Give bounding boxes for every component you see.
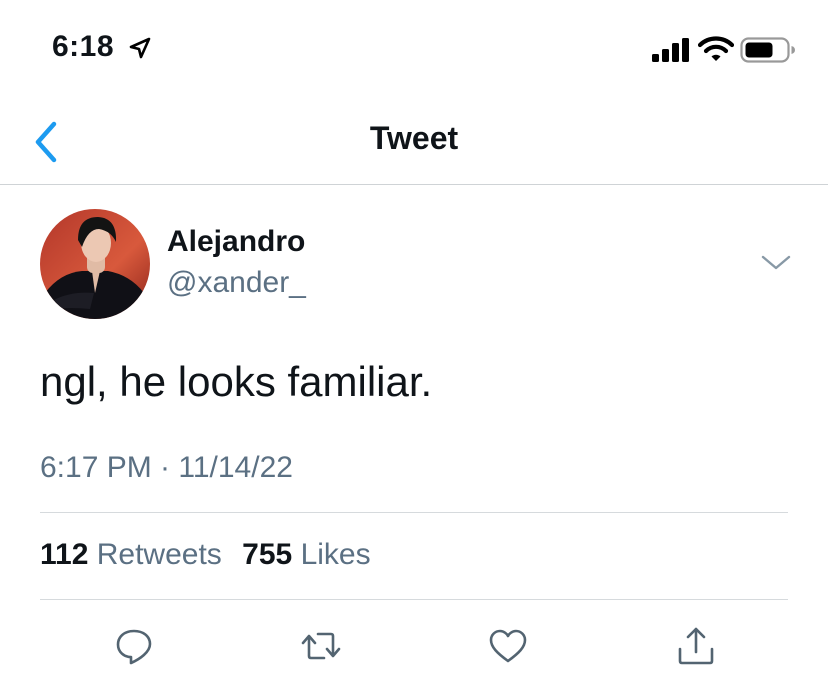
tweet-text: ngl, he looks familiar.: [40, 358, 433, 405]
wifi-icon: [698, 36, 734, 61]
retweet-button[interactable]: [300, 625, 342, 667]
chevron-down-icon[interactable]: [760, 251, 792, 273]
location-arrow-icon: [129, 37, 151, 59]
divider: [40, 512, 788, 513]
display-name[interactable]: Alejandro: [167, 225, 305, 259]
likes-stat[interactable]: 755 Likes: [242, 538, 370, 571]
share-icon: [678, 627, 714, 665]
battery-icon: [740, 37, 795, 63]
engagement-stats: 112 Retweets 755 Likes: [40, 538, 371, 572]
status-bar: 6:18: [0, 0, 828, 100]
reply-button[interactable]: [113, 625, 155, 667]
divider: [40, 599, 788, 600]
status-time: 6:18: [52, 30, 115, 63]
avatar[interactable]: [40, 209, 150, 319]
like-button[interactable]: [487, 625, 529, 667]
tweet-timestamp: 6:17 PM · 11/14/22: [40, 451, 293, 484]
retweet-label: Retweets: [96, 538, 222, 571]
retweet-icon: [301, 632, 341, 660]
reply-icon: [116, 629, 152, 665]
user-handle[interactable]: @xander_: [167, 266, 306, 300]
like-count: 755: [242, 538, 293, 571]
nav-bar: Tweet: [0, 100, 828, 185]
like-icon: [489, 629, 527, 663]
retweet-count: 112: [40, 538, 89, 571]
avatar-image: [40, 209, 150, 319]
retweets-stat[interactable]: 112 Retweets: [40, 538, 222, 571]
cellular-signal-icon: [652, 38, 689, 62]
like-label: Likes: [300, 538, 371, 571]
page-title: Tweet: [369, 120, 459, 156]
share-button[interactable]: [675, 625, 717, 667]
